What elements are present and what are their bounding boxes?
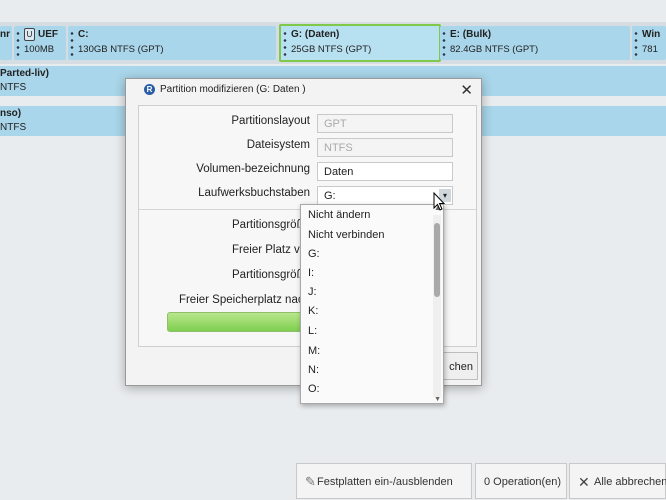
pin-icon: ✎ — [305, 474, 316, 489]
cancel-all-label: Alle abbrechen — [594, 476, 666, 488]
cancel-x-icon: ✕ — [578, 474, 590, 490]
partition-block-g-selected[interactable]: G: (Daten) 25GB NTFS (GPT) — [279, 24, 441, 62]
dropdown-option[interactable]: L: — [308, 325, 317, 337]
dropdown-option[interactable]: Nicht verbinden — [308, 229, 384, 241]
dropdown-option[interactable]: K: — [308, 305, 318, 317]
partition-layout-field: GPT — [317, 114, 453, 133]
dialog-title: Partition modifizieren (G: Daten ) — [160, 84, 306, 95]
partition-name: C: — [78, 29, 89, 40]
volume-name-input[interactable]: Daten — [317, 162, 453, 181]
label-filesystem: Dateisystem — [246, 139, 310, 151]
partition-block-e[interactable]: E: (Bulk) 82.4GB NTFS (GPT) — [440, 26, 630, 60]
partition-block-uefi[interactable]: U UEF 100MB — [14, 26, 66, 60]
partition-info: 82.4GB NTFS (GPT) — [450, 44, 539, 55]
scroll-down-icon[interactable]: ▼ — [434, 396, 441, 403]
drag-handle-icon[interactable] — [70, 30, 74, 56]
toggle-disks-button[interactable]: ✎ Festplatten ein-/ausblenden — [296, 463, 472, 499]
dropdown-option[interactable]: N: — [308, 364, 319, 376]
partition-info: 25GB NTFS (GPT) — [291, 44, 372, 55]
dropdown-option[interactable]: M: — [308, 345, 320, 357]
mouse-cursor-icon — [433, 192, 446, 211]
drag-handle-icon[interactable] — [16, 30, 20, 56]
close-icon[interactable]: ✕ — [460, 81, 473, 99]
dropdown-option[interactable]: G: — [308, 248, 320, 260]
partition-name: E: (Bulk) — [450, 29, 492, 40]
dialog-titlebar[interactable]: R Partition modifizieren (G: Daten ) ✕ — [126, 79, 481, 101]
partition-block-c[interactable]: C: 130GB NTFS (GPT) — [68, 26, 276, 60]
partition-info: 781 — [642, 44, 658, 55]
toggle-disks-label: Festplatten ein-/ausblenden — [317, 476, 453, 488]
partition-info: 100MB — [24, 44, 55, 55]
partition-info: 130GB NTFS (GPT) — [78, 44, 164, 55]
label-free-space-after: Freier Speicherplatz nach — [178, 294, 310, 306]
partition-size-bar[interactable] — [167, 312, 309, 332]
disk-row-title: Parted-liv) — [0, 68, 49, 79]
dropdown-option[interactable]: J: — [308, 286, 317, 298]
partition-name: Win — [642, 29, 661, 40]
filesystem-field: NTFS — [317, 138, 453, 157]
disk-row-title: nso) — [0, 108, 22, 119]
partition-name: nr — [0, 29, 10, 40]
cancel-all-button[interactable]: ✕ Alle abbrechen — [569, 463, 666, 499]
drag-handle-icon[interactable] — [634, 30, 638, 56]
dropdown-option[interactable]: I: — [308, 267, 314, 279]
partition-block-win[interactable]: Win 781 — [632, 26, 666, 60]
scrollbar-thumb[interactable] — [434, 223, 440, 297]
partition-block-0[interactable]: nr — [0, 26, 12, 60]
label-partition-layout: Partitionslayout — [231, 115, 310, 127]
disk-row-subtitle: NTFS — [0, 82, 27, 93]
label-volume-name: Volumen-bezeichnung — [196, 163, 310, 175]
drive-letter-value: G: — [324, 190, 336, 202]
partition-name: UEF — [38, 29, 58, 40]
dropdown-option[interactable]: Nicht ändern — [308, 209, 370, 221]
label-partition-size-2: Partitionsgröße — [232, 269, 310, 281]
partition-name: G: (Daten) — [291, 29, 340, 40]
disk-row-subtitle: NTFS — [0, 122, 27, 133]
label-drive-letter: Laufwerksbuchstaben — [198, 187, 310, 199]
dropdown-option[interactable]: O: — [308, 383, 320, 395]
drag-handle-icon[interactable] — [283, 30, 287, 56]
lock-icon: U — [24, 28, 35, 41]
label-partition-size: Partitionsgröße — [232, 219, 310, 231]
operations-label: 0 Operation(en) — [484, 476, 562, 488]
drag-handle-icon[interactable] — [442, 30, 446, 56]
operations-counter[interactable]: 0 Operation(en) — [475, 463, 567, 499]
drive-letter-dropdown[interactable]: Nicht ändern Nicht verbinden G: I: J: K:… — [300, 204, 444, 404]
app-logo-icon: R — [144, 84, 155, 95]
label-free-space-before: Freier Platz vor — [232, 244, 310, 256]
